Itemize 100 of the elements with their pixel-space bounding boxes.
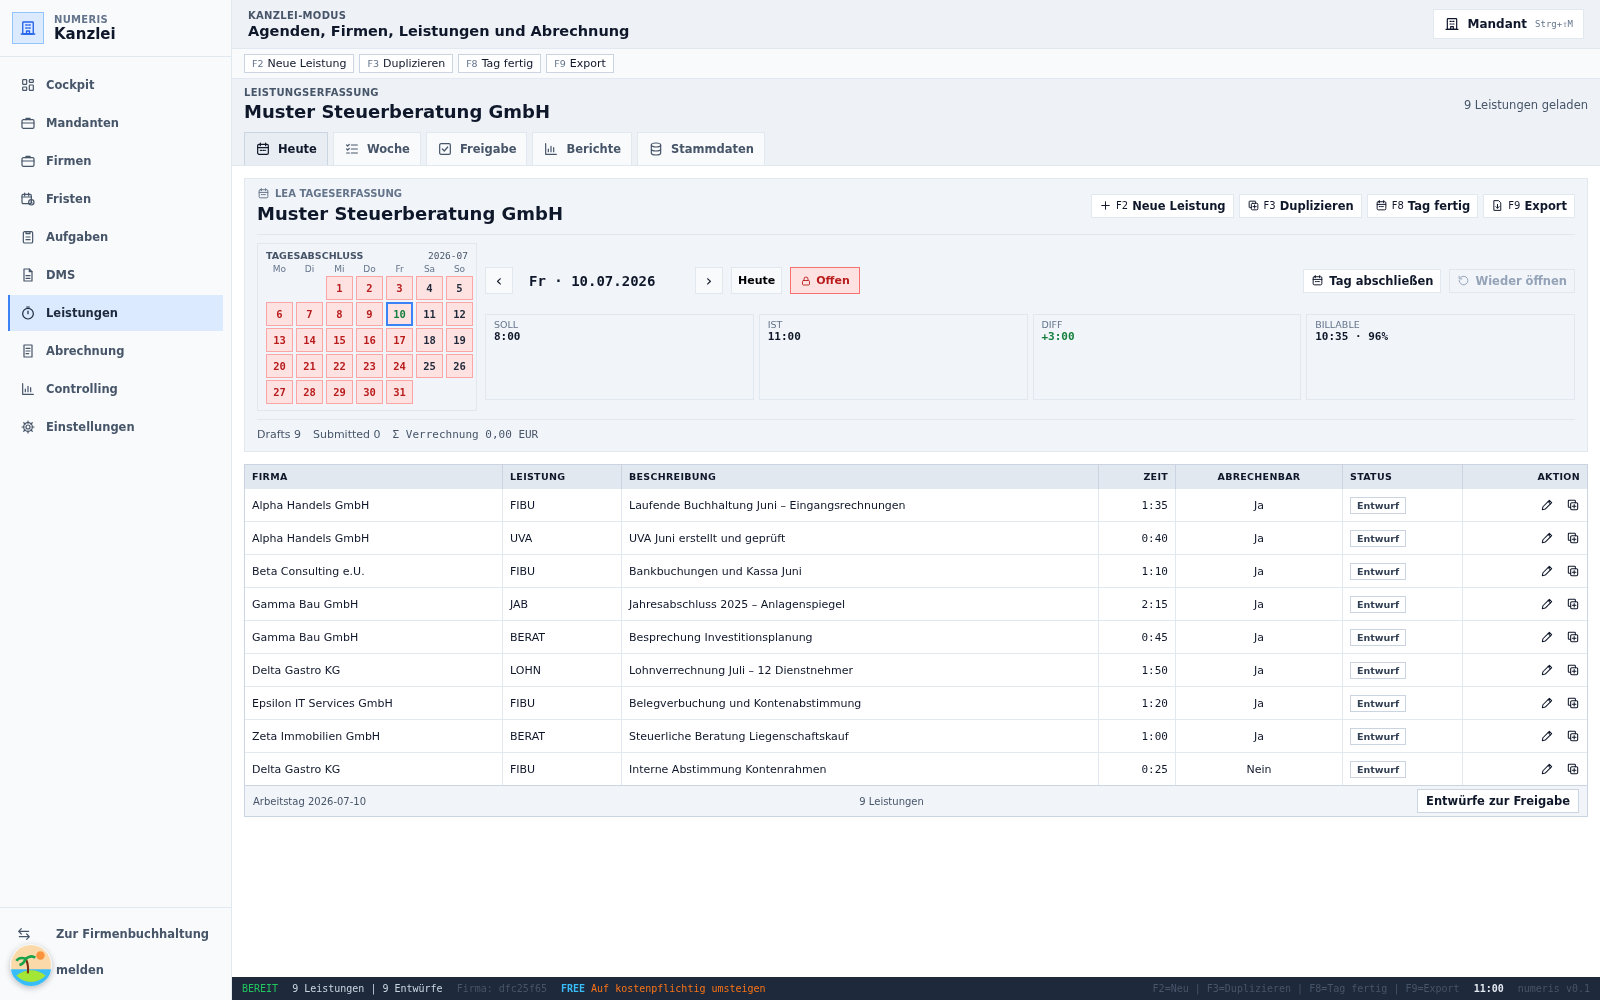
copy-icon[interactable] [1566,762,1580,776]
sidebar-item[interactable]: Mandanten [8,105,223,141]
key-hint: F3 [367,58,379,69]
copy-icon[interactable] [1566,531,1580,545]
sidebar-item[interactable]: Cockpit [8,67,223,103]
calendar-day[interactable]: 25 [416,354,443,378]
sidebar-link[interactable]: Zur Firmenbuchhaltung [8,916,223,952]
calendar-day[interactable]: 20 [266,354,293,378]
submit-drafts-button[interactable]: Entwürfe zur Freigabe [1417,789,1579,813]
calendar-day[interactable]: 4 [416,276,443,300]
calendar-day[interactable]: 30 [356,380,383,404]
today-button[interactable]: Heute [731,267,783,294]
copy-icon[interactable] [1566,663,1580,677]
tab[interactable]: Stammdaten [636,132,765,165]
calendar-day[interactable]: 16 [356,328,383,352]
calendar-day[interactable]: 17 [386,328,413,352]
calendar-day[interactable]: 5 [446,276,473,300]
shortcut-hint: Strg+⇧M [1535,19,1573,29]
calendar-day[interactable]: 10 [386,302,413,326]
action-button[interactable]: F9 Export [1483,193,1575,218]
sidebar-item[interactable]: Fristen [8,181,223,217]
column-header: STATUS [1342,465,1463,489]
current-date: Fr · 10.07.2026 [528,272,657,289]
close-day-button[interactable]: Tag abschließen [1303,268,1442,293]
sidebar-item[interactable]: Einstellungen [8,409,223,445]
status-badge: Entwurf [1350,562,1407,580]
copy-icon[interactable] [1566,498,1580,512]
calendar-day[interactable]: 3 [386,276,413,300]
key-hint: F2 [1116,200,1129,211]
calendar-day[interactable]: 15 [326,328,353,352]
edit-icon[interactable] [1540,597,1554,611]
edit-icon[interactable] [1540,762,1554,776]
tab[interactable]: Berichte [532,132,632,165]
sidebar-item[interactable]: Controlling [8,371,223,407]
copy-icon[interactable] [1566,564,1580,578]
loaded-count: 9 Leistungen geladen [1463,97,1588,112]
calendar-day[interactable]: 14 [296,328,323,352]
calendar-day[interactable]: 29 [326,380,353,404]
sidebar-item[interactable]: Aufgaben [8,219,223,255]
tab[interactable]: Heute [244,132,328,165]
checklist-icon [343,141,360,157]
floating-assistant-button[interactable] [10,944,52,986]
toolbar-button[interactable]: F8 Tag fertig [458,54,542,73]
calendar-day[interactable]: 9 [356,302,383,326]
table-cell: Bankbuchungen und Kassa Juni [621,554,1099,588]
edit-icon[interactable] [1540,663,1554,677]
calendar-day[interactable]: 18 [416,328,443,352]
mandant-button[interactable]: Mandant Strg+⇧M [1432,9,1584,39]
table-cell: 0:45 [1098,620,1176,654]
copy-icon[interactable] [1566,729,1580,743]
edit-icon[interactable] [1540,630,1554,644]
weekday-label: Sa [422,264,437,274]
day-status-badge: Offen [790,267,860,294]
section-title: Muster Steuerberatung GmbH [244,101,551,122]
toolbar-button[interactable]: F3 Duplizieren [359,54,454,73]
next-day-button[interactable]: › [695,267,723,294]
calendar-day[interactable]: 19 [446,328,473,352]
edit-icon[interactable] [1540,531,1554,545]
calendar-day[interactable]: 22 [326,354,353,378]
checkbox-icon [436,141,453,157]
sidebar-item[interactable]: DMS [8,257,223,293]
table-cell: Belegverbuchung und Kontenabstimmung [621,686,1099,720]
action-button[interactable]: F2 Neue Leistung [1091,193,1234,218]
calendar-day[interactable]: 11 [416,302,443,326]
calendar-day[interactable]: 6 [266,302,293,326]
sidebar-item[interactable]: Leistungen [8,295,223,331]
copy-icon[interactable] [1566,696,1580,710]
copy-icon[interactable] [1566,597,1580,611]
toolbar-button[interactable]: F2 Neue Leistung [244,54,355,73]
panel-title: Muster Steuerberatung GmbH [257,203,564,224]
sidebar-item[interactable]: Abrechnung [8,333,223,369]
calendar-day[interactable]: 8 [326,302,353,326]
calendar-day[interactable]: 31 [386,380,413,404]
upgrade-link[interactable]: Auf kostenpflichtig umsteigen [591,983,766,994]
tab[interactable]: Woche [332,132,421,165]
calendar-day[interactable]: 24 [386,354,413,378]
calendar-day[interactable]: 7 [296,302,323,326]
copy-icon[interactable] [1566,630,1580,644]
tab[interactable]: Freigabe [425,132,528,165]
calendar-day[interactable]: 13 [266,328,293,352]
toolbar-button[interactable]: F9 Export [546,54,614,73]
edit-icon[interactable] [1540,564,1554,578]
calendar-day[interactable]: 1 [326,276,353,300]
edit-icon[interactable] [1540,729,1554,743]
calendar-day[interactable]: 23 [356,354,383,378]
action-button[interactable]: F3 Duplizieren [1238,193,1362,218]
edit-icon[interactable] [1540,498,1554,512]
settings-icon [20,419,36,435]
previous-day-button[interactable]: ‹ [485,267,513,294]
edit-icon[interactable] [1540,696,1554,710]
calendar-day[interactable]: 27 [266,380,293,404]
action-button[interactable]: F8 Tag fertig [1366,193,1479,218]
calendar-day[interactable]: 2 [356,276,383,300]
calendar-day[interactable]: 28 [296,380,323,404]
table-cell: Lohnverrechnung Juli – 12 Dienstnehmer [621,653,1099,687]
sidebar-item[interactable]: Firmen [8,143,223,179]
calendar-day[interactable]: 21 [296,354,323,378]
calendar-day[interactable]: 12 [446,302,473,326]
table-cell: 1:50 [1098,653,1176,687]
calendar-day[interactable]: 26 [446,354,473,378]
